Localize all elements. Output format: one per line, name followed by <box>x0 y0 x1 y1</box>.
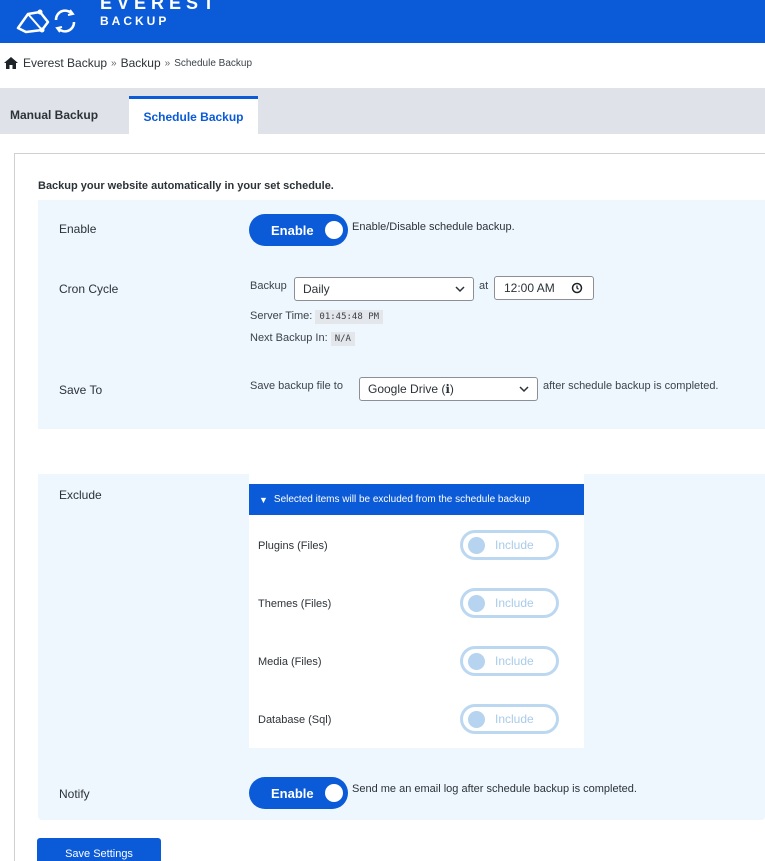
exclude-options-box: ▼ Selected items will be excluded from t… <box>249 474 584 748</box>
card-border <box>14 478 15 861</box>
chevron-down-icon <box>519 386 529 393</box>
backup-frequency-label: Backup <box>250 280 287 292</box>
brand-name-bottom: BACKUP <box>100 14 170 28</box>
next-backup-label: Next Backup In: <box>250 332 328 344</box>
toggle-knob <box>325 784 343 802</box>
tab-bar: Manual Backup Schedule Backup <box>0 88 765 134</box>
panel-gap <box>45 429 765 474</box>
server-time: Server Time: 01:45:48 PM <box>250 310 384 324</box>
exclude-header-text: Selected items will be excluded from the… <box>273 494 531 505</box>
save-destination-select[interactable]: Google Drive (ℹ) <box>359 377 538 401</box>
enable-schedule-toggle[interactable]: Enable <box>249 214 348 246</box>
toggle-knob <box>325 221 343 239</box>
breadcrumb-separator: » <box>164 57 171 69</box>
enable-description: Enable/Disable schedule backup. <box>352 221 515 233</box>
home-icon[interactable] <box>4 57 18 69</box>
save-to-prefix: Save backup file to <box>250 380 343 392</box>
server-time-label: Server Time: <box>250 310 313 322</box>
backup-frequency-value: Daily <box>303 282 330 296</box>
toggle-knob <box>468 653 485 670</box>
next-backup-value: N/A <box>330 332 355 346</box>
toggle-label: Enable <box>271 785 314 801</box>
toggle-label: Include <box>495 538 534 552</box>
breadcrumb-current: Schedule Backup <box>174 57 253 69</box>
backup-time-value: 12:00 AM <box>504 281 555 295</box>
toggle-label: Include <box>495 596 534 610</box>
tab-manual-backup[interactable]: Manual Backup <box>0 96 129 134</box>
breadcrumb-separator: » <box>111 57 117 69</box>
tab-schedule-backup[interactable]: Schedule Backup <box>129 96 258 134</box>
backup-frequency-select[interactable]: Daily <box>294 277 474 301</box>
exclude-item-label: Plugins (Files) <box>258 540 328 552</box>
breadcrumb-backup[interactable]: Backup <box>121 56 161 70</box>
enable-label: Enable <box>59 222 97 236</box>
exclude-label: Exclude <box>59 488 102 502</box>
exclude-plugins-toggle[interactable]: Include <box>460 530 559 560</box>
breadcrumb: Everest Backup » Backup » Schedule Backu… <box>4 55 252 71</box>
notify-toggle[interactable]: Enable <box>249 777 348 809</box>
breadcrumb-everest-backup[interactable]: Everest Backup <box>23 56 107 70</box>
toggle-knob <box>468 711 485 728</box>
chevron-down-icon <box>455 286 465 293</box>
toggle-knob <box>468 537 485 554</box>
caret-down-icon: ▼ <box>259 494 268 505</box>
save-to-label: Save To <box>59 383 103 397</box>
save-to-suffix: after schedule backup is completed. <box>543 380 719 392</box>
toggle-label: Include <box>495 712 534 726</box>
save-settings-button[interactable]: Save Settings <box>37 838 161 861</box>
exclude-media-toggle[interactable]: Include <box>460 646 559 676</box>
notify-label: Notify <box>59 787 90 801</box>
exclude-themes-toggle[interactable]: Include <box>460 588 559 618</box>
brand-name-top: EVEREST <box>100 0 220 13</box>
server-time-value: 01:45:48 PM <box>315 310 384 324</box>
exclude-header-toggle[interactable]: ▼ Selected items will be excluded from t… <box>249 484 584 515</box>
clock-icon[interactable] <box>571 282 583 294</box>
backup-time-input[interactable]: 12:00 AM <box>494 276 594 300</box>
toggle-label: Enable <box>271 222 314 238</box>
cron-cycle-label: Cron Cycle <box>59 282 119 296</box>
at-label: at <box>479 280 489 292</box>
intro-text: Backup your website automatically in you… <box>38 180 334 192</box>
exclude-item-label: Media (Files) <box>258 656 322 668</box>
notify-description: Send me an email log after schedule back… <box>352 783 637 795</box>
logo-mountain-sync-icon <box>16 9 76 34</box>
exclude-item-label: Database (Sql) <box>258 714 332 726</box>
toggle-knob <box>468 595 485 612</box>
toggle-label: Include <box>495 654 534 668</box>
save-destination-value: Google Drive (ℹ) <box>368 382 454 396</box>
exclude-item-label: Themes (Files) <box>258 598 332 610</box>
next-backup: Next Backup In: N/A <box>250 332 355 346</box>
exclude-database-toggle[interactable]: Include <box>460 704 559 734</box>
everest-backup-logo[interactable]: EVEREST BACKUP <box>14 0 214 34</box>
top-header-bar: EVEREST BACKUP <box>0 0 765 43</box>
